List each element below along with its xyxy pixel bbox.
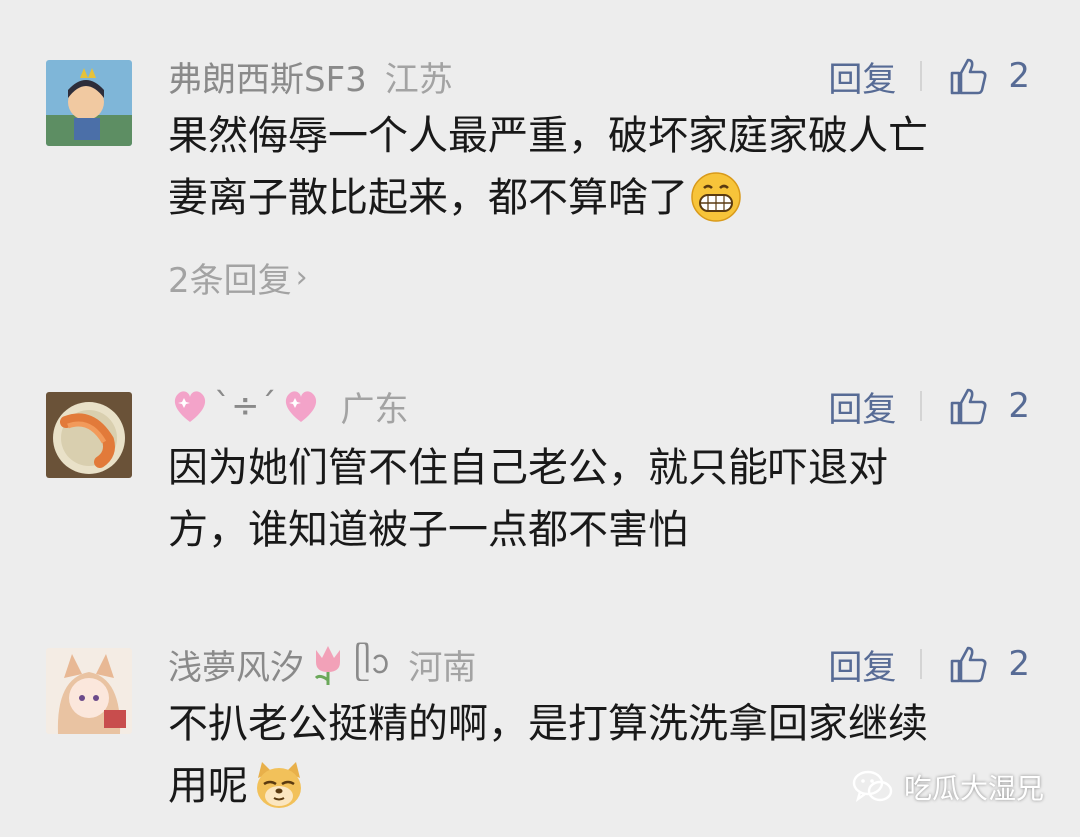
- view-replies-link[interactable]: 2条回复 ›: [168, 253, 308, 302]
- author-region: 江苏: [384, 59, 453, 100]
- reply-button[interactable]: 回复: [828, 640, 896, 689]
- avatar[interactable]: [46, 648, 132, 734]
- comment-text-line: 果然侮辱一个人最严重，破坏家庭家破人亡: [168, 113, 928, 159]
- divider: [920, 649, 923, 679]
- sparkling-heart-icon: [285, 391, 316, 422]
- avatar[interactable]: [46, 392, 132, 478]
- comment-text-line: 妻离子散比起来，都不算啥了: [168, 167, 1028, 229]
- reply-button[interactable]: 回复: [828, 52, 896, 101]
- sparkling-heart-icon: [174, 391, 206, 422]
- doge-emoji: [257, 762, 301, 808]
- comment-text: 果然侮辱一个人最严重，破坏家庭家破人亡 妻离子散比起来，都不算啥了: [168, 105, 1028, 229]
- author-name[interactable]: 弗朗西斯SF3: [168, 52, 367, 101]
- like-count: 2: [1008, 56, 1030, 96]
- chevron-right-icon: ›: [295, 260, 308, 295]
- grin-emoji: [691, 172, 741, 222]
- watermark-text: 吃瓜大湿兄: [903, 772, 1044, 805]
- view-replies-label: 2条回复: [168, 261, 292, 301]
- author-name[interactable]: `÷´: [214, 386, 277, 426]
- watermark: 吃瓜大湿兄: [852, 767, 1044, 807]
- reply-button[interactable]: 回复: [828, 382, 896, 431]
- avatar-image: [46, 648, 132, 734]
- like-count: 2: [1008, 644, 1030, 684]
- thumbs-up-icon[interactable]: [948, 644, 988, 684]
- like-count: 2: [1008, 386, 1030, 426]
- comment-text-line: 方，谁知道被子一点都不害怕: [168, 507, 688, 553]
- comment-actions: 回复 2: [828, 640, 1030, 689]
- author-line: `÷´ 广东: [168, 383, 409, 430]
- comment-text-line: 不扒老公挺精的啊，是打算洗洗拿回家继续: [168, 701, 928, 747]
- comment-actions: 回复 2: [828, 382, 1030, 431]
- comment-text: 因为她们管不住自己老公，就只能吓退对 方，谁知道被子一点都不害怕: [168, 437, 1028, 561]
- avatar[interactable]: [46, 60, 132, 146]
- divider: [920, 61, 923, 91]
- author-region: 广东: [340, 389, 409, 430]
- avatar-image: [46, 392, 132, 478]
- author-name-suffix: ᥫᩣ: [354, 642, 391, 682]
- tulip-icon: [314, 646, 340, 685]
- divider: [920, 391, 923, 421]
- author-name[interactable]: 浅夢风汐: [168, 640, 304, 689]
- thumbs-up-icon[interactable]: [948, 386, 988, 426]
- author-line: 弗朗西斯SF3 江苏: [168, 52, 453, 101]
- comment-actions: 回复 2: [828, 52, 1030, 101]
- comment-text-line: 因为她们管不住自己老公，就只能吓退对: [168, 445, 888, 491]
- wechat-icon: [852, 770, 893, 802]
- author-line: 浅夢风汐 ᥫᩣ 河南: [168, 640, 477, 689]
- author-region: 河南: [408, 647, 477, 688]
- avatar-image: [46, 60, 132, 146]
- thumbs-up-icon[interactable]: [948, 56, 988, 96]
